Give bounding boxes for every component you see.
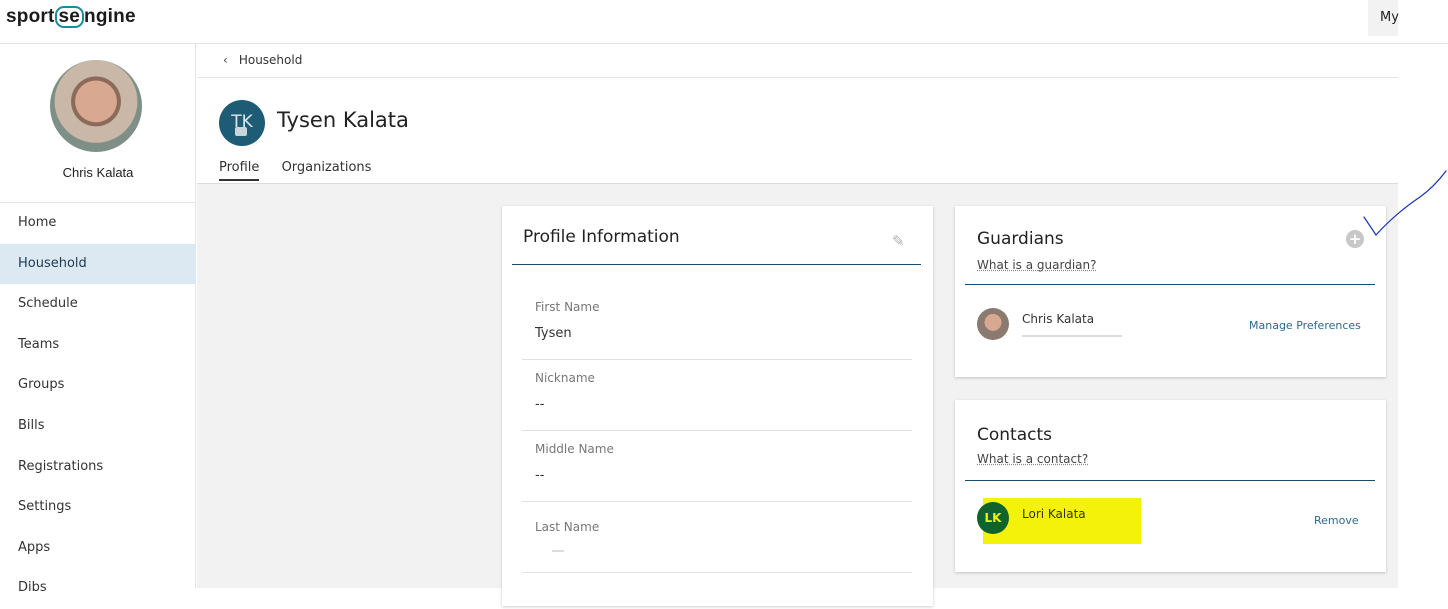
main-content: ‹ Household TK Tysen Kalata Profile Orga… — [197, 44, 1398, 606]
tab-profile[interactable]: Profile — [219, 160, 260, 181]
profile-card-title: Profile Information — [523, 227, 680, 247]
what-is-contact-link[interactable]: What is a contact? — [977, 452, 1088, 466]
card-divider — [965, 284, 1375, 285]
user-name: Chris Kalata — [62, 165, 134, 180]
profile-information-card: Profile Information ✎ First Name Tysen N… — [502, 206, 933, 606]
top-bar: sport se ngine My — [0, 0, 1448, 44]
card-divider — [512, 264, 921, 265]
pencil-icon[interactable]: ✎ — [892, 232, 905, 250]
tab-bar: Profile Organizations — [219, 160, 389, 181]
contact-avatar: LK — [977, 502, 1009, 534]
breadcrumb[interactable]: ‹ Household — [197, 44, 1398, 78]
field-last-name: Last Name — [522, 502, 912, 573]
sidebar-item-settings[interactable]: Settings — [0, 487, 196, 528]
redacted-value — [552, 550, 564, 552]
contacts-card-title: Contacts — [977, 425, 1052, 445]
content-area: Profile Information ✎ First Name Tysen N… — [197, 184, 1398, 606]
sidebar-item-bills[interactable]: Bills — [0, 406, 196, 447]
page-title: Tysen Kalata — [277, 108, 409, 132]
sidebar-item-teams[interactable]: Teams — [0, 325, 196, 366]
sidebar-nav: Home Household Schedule Teams Groups Bil… — [0, 202, 196, 609]
guardians-card: Guardians What is a guardian? + Chris Ka… — [955, 206, 1386, 377]
user-avatar[interactable] — [50, 60, 142, 152]
guardian-name: Chris Kalata — [1022, 312, 1095, 326]
what-is-guardian-link[interactable]: What is a guardian? — [977, 258, 1097, 272]
breadcrumb-household[interactable]: Household — [239, 53, 303, 67]
contacts-card: Contacts What is a contact? LK Lori Kala… — [955, 400, 1386, 572]
field-first-name: First Name Tysen — [522, 289, 912, 360]
redacted-email — [1022, 335, 1122, 337]
player-header: TK Tysen Kalata Profile Organizations — [197, 78, 1398, 184]
guardians-card-title: Guardians — [977, 229, 1064, 249]
manage-preferences-link[interactable]: Manage Preferences — [1249, 319, 1361, 332]
player-avatar[interactable]: TK — [219, 100, 265, 146]
sportsengine-logo[interactable]: sport se ngine — [6, 6, 136, 28]
handwritten-checkmark — [1363, 170, 1447, 236]
camera-icon — [235, 127, 247, 136]
card-divider — [965, 480, 1375, 481]
field-middle-name: Middle Name -- — [522, 431, 912, 502]
sidebar-item-schedule[interactable]: Schedule — [0, 284, 196, 325]
sidebar-item-apps[interactable]: Apps — [0, 528, 196, 569]
sidebar: Chris Kalata Home Household Schedule Tea… — [0, 44, 196, 595]
sidebar-item-home[interactable]: Home — [0, 203, 196, 244]
tab-organizations[interactable]: Organizations — [282, 160, 372, 179]
sidebar-item-registrations[interactable]: Registrations — [0, 447, 196, 488]
sidebar-item-groups[interactable]: Groups — [0, 365, 196, 406]
sidebar-item-dibs[interactable]: Dibs — [0, 568, 196, 609]
my-menu-button[interactable]: My — [1368, 0, 1399, 36]
field-nickname: Nickname -- — [522, 360, 912, 431]
chevron-left-icon: ‹ — [223, 53, 228, 67]
sidebar-item-household[interactable]: Household — [0, 243, 196, 285]
guardian-avatar — [977, 308, 1009, 340]
remove-contact-link[interactable]: Remove — [1314, 514, 1359, 527]
contact-name: Lori Kalata — [1022, 507, 1086, 521]
